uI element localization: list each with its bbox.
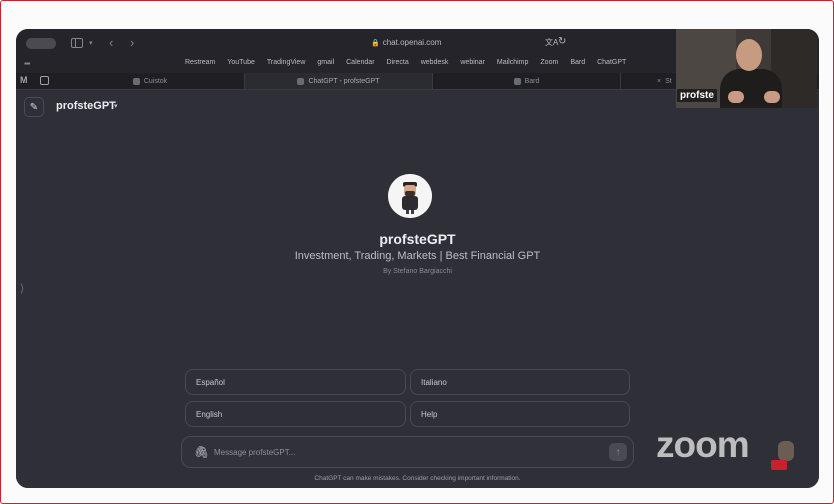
left-hand [728, 91, 744, 103]
avatar-figure-icon [388, 174, 432, 218]
back-arrow-icon[interactable]: ‹ [109, 35, 113, 50]
bookmark-restream[interactable]: Restream [185, 59, 215, 66]
chevron-down-icon[interactable]: ▾ [89, 39, 93, 47]
cuistok-favicon-icon [132, 77, 140, 85]
model-selector[interactable]: profsteGPT [56, 100, 116, 112]
bookmark-webinar[interactable]: webinar [460, 59, 485, 66]
lock-icon: 🔒 [371, 40, 380, 47]
chevron-down-icon[interactable]: ▾ [114, 102, 118, 110]
gpt-title: profsteGPT [379, 231, 456, 247]
bookmark-directa[interactable]: Directa [387, 59, 409, 66]
bookmark-mailchimp[interactable]: Mailchimp [497, 59, 529, 66]
gmail-icon[interactable]: M [20, 75, 28, 85]
reload-icon[interactable]: ↻ [558, 36, 566, 47]
bookmark-calendar[interactable]: Calendar [346, 59, 374, 66]
gpt-avatar [388, 174, 432, 218]
gpt-author: By Stefano Bargiacchi [383, 268, 452, 275]
mini-avatar-icon [778, 441, 794, 461]
sidebar-toggle-icon[interactable] [71, 38, 83, 48]
bookmark-gmail[interactable]: gmail [317, 59, 334, 66]
bookmark-webdesk[interactable]: webdesk [421, 59, 449, 66]
arrow-up-icon[interactable]: ↑ [609, 443, 627, 461]
right-hand [764, 91, 780, 103]
window-controls[interactable] [26, 38, 56, 49]
url-text: chat.openai.com [382, 38, 442, 47]
forward-arrow-icon[interactable]: › [130, 35, 134, 50]
tab-label: Bard [524, 77, 540, 85]
tab-chatgpt[interactable]: ChatGPT - profsteGPT [245, 73, 433, 89]
chatgpt-favicon-icon [297, 77, 305, 85]
bard-favicon-icon [513, 77, 521, 85]
starter-help[interactable]: Help [410, 401, 630, 427]
address-bar[interactable]: 🔒 chat.openai.com [371, 38, 441, 47]
recording-badge-icon [771, 460, 787, 470]
bookmark-tradingview[interactable]: TradingView [267, 59, 306, 66]
apps-grid-icon[interactable]: ▪▪▪ [24, 59, 30, 68]
tab-label: St [665, 77, 672, 85]
zoom-watermark: zoom [656, 424, 750, 465]
edit-icon[interactable]: ✎ [24, 97, 44, 117]
starter-espanol[interactable]: Español [185, 369, 406, 395]
disclaimer-text: ChatGPT can make mistakes. Consider chec… [314, 475, 521, 482]
tab-label: Cuistok [143, 77, 168, 85]
tab-label: ChatGPT - profsteGPT [308, 77, 380, 85]
starter-italiano[interactable]: Italiano [410, 369, 630, 395]
translate-icon[interactable]: 文A [545, 37, 558, 48]
message-input[interactable] [214, 445, 594, 459]
tab-bard[interactable]: Bard [433, 73, 621, 89]
tab-st[interactable]: × St [621, 73, 681, 89]
message-composer: 🖇 ↑ [181, 436, 634, 468]
paperclip-icon[interactable]: 🖇 [194, 445, 209, 459]
sidebar-handle-icon[interactable]: ⟩ [20, 282, 24, 295]
bookmark-zoom[interactable]: Zoom [540, 59, 558, 66]
bookmark-youtube[interactable]: YouTube [227, 59, 255, 66]
person-head [736, 39, 762, 71]
webcam-name-label: profste [677, 89, 717, 102]
gpt-description: Investment, Trading, Markets | Best Fina… [294, 250, 541, 262]
tab-cuistok[interactable]: Cuistok [56, 73, 245, 89]
bookmark-bard[interactable]: Bard [570, 59, 585, 66]
tab-close-icon[interactable]: × [657, 78, 661, 85]
pinned-app-icon[interactable] [40, 76, 49, 85]
starter-english[interactable]: English [185, 401, 406, 427]
bookmarks-bar: Restream YouTube TradingView gmail Calen… [185, 59, 638, 66]
bookmark-chatgpt[interactable]: ChatGPT [597, 59, 626, 66]
